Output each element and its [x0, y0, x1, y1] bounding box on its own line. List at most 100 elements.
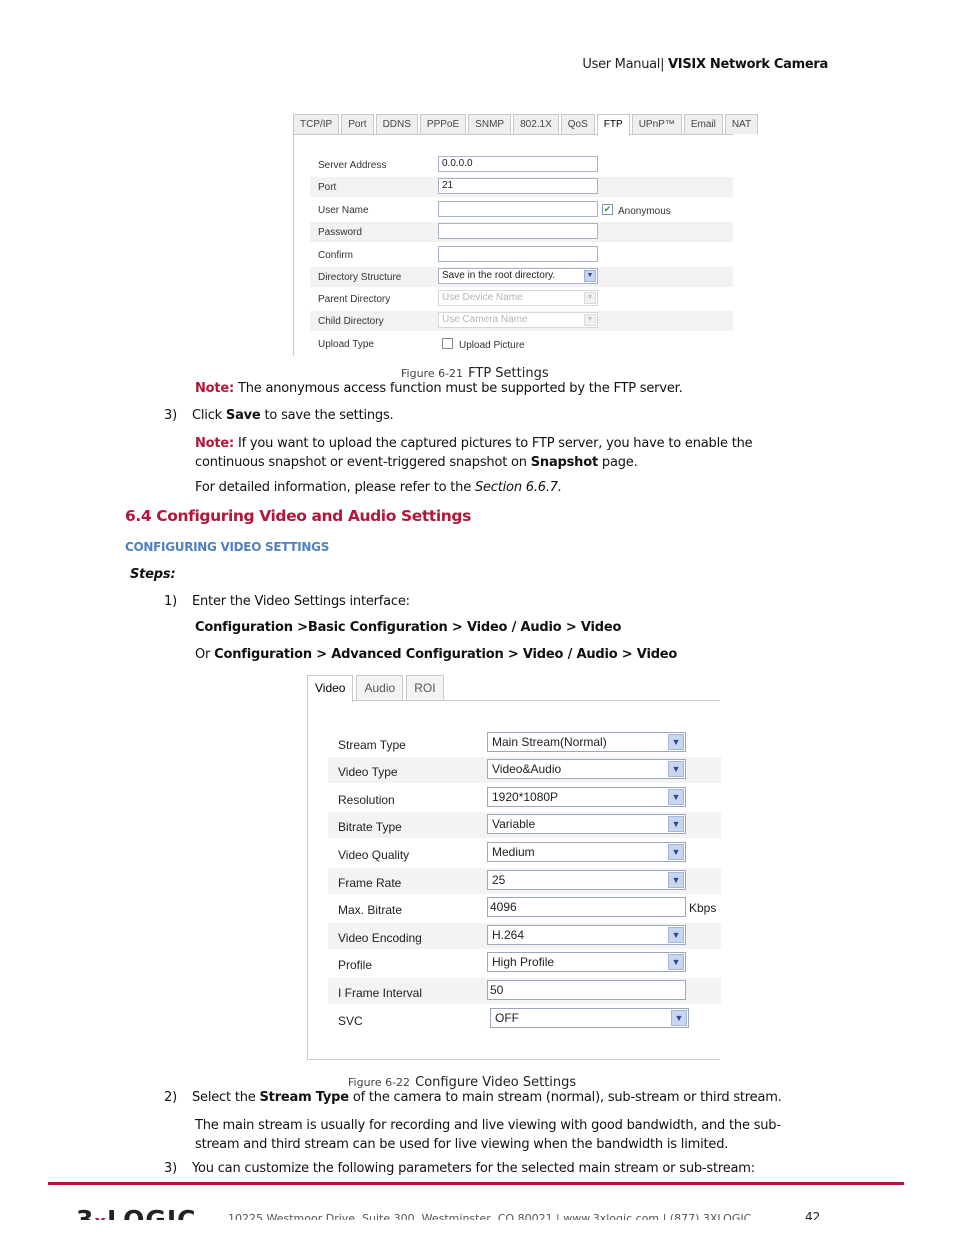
- svc-select[interactable]: OFF ▼: [490, 1008, 689, 1028]
- tab-video[interactable]: Video: [307, 675, 354, 702]
- chevron-down-icon[interactable]: ▼: [584, 270, 596, 282]
- stream-type-term: Stream Type: [259, 1090, 350, 1105]
- video-form: Stream Type Main Stream(Normal) ▼ Video …: [307, 701, 721, 1060]
- chevron-down-icon[interactable]: ▼: [668, 789, 684, 805]
- upload-picture-checkbox[interactable]: [442, 338, 453, 349]
- server-address-input[interactable]: 0.0.0.0: [438, 156, 598, 172]
- password-input[interactable]: [438, 223, 598, 239]
- tab-qos[interactable]: QoS: [560, 114, 595, 134]
- bitrate-type-label: Bitrate Type: [338, 820, 402, 834]
- stream-type-value: Main Stream(Normal): [492, 735, 607, 749]
- steps-label: Steps:: [130, 567, 176, 582]
- tab-8021x[interactable]: 802.1X: [513, 114, 559, 134]
- upload-type-label: Upload Type: [318, 339, 374, 350]
- ftp-settings-panel: TCP/IP Port DDNS PPPoE SNMP 802.1X QoS F…: [293, 114, 759, 356]
- parent-directory-select[interactable]: Use Device Name ▼: [438, 290, 598, 306]
- step-1-number: 1): [164, 594, 177, 609]
- anonymous-label: Anonymous: [618, 206, 671, 217]
- footer-address: 10225 Westmoor Drive, Suite 300, Westmin…: [228, 1212, 752, 1220]
- chevron-down-icon[interactable]: ▼: [668, 872, 684, 888]
- paragraph-line: The main stream is usually for recording…: [195, 1118, 781, 1133]
- logo-part: 3: [76, 1206, 94, 1220]
- tab-email[interactable]: Email: [683, 114, 723, 134]
- or-text: Or: [195, 647, 215, 662]
- figure-caption-video: Figure 6-22 Configure Video Settings: [348, 1071, 576, 1090]
- section-heading: 6.4 Configuring Video and Audio Settings: [125, 507, 471, 525]
- video-quality-label: Video Quality: [338, 848, 410, 862]
- max-bitrate-input[interactable]: 4096: [487, 897, 686, 917]
- resolution-value: 1920*1080P: [492, 790, 559, 804]
- video-encoding-value: H.264: [492, 928, 525, 942]
- tab-audio[interactable]: Audio: [356, 675, 404, 700]
- chevron-down-icon[interactable]: ▼: [668, 844, 684, 860]
- step-2-text: Select the Stream Type of the camera to …: [192, 1090, 782, 1105]
- video-type-value: Video&Audio: [492, 762, 562, 776]
- anonymous-checkbox[interactable]: ✔: [602, 204, 613, 215]
- chevron-down-icon[interactable]: ▼: [668, 734, 684, 750]
- paragraph-line: stream and third stream can be used for …: [195, 1137, 729, 1152]
- tab-roi[interactable]: ROI: [406, 675, 444, 700]
- tab-tcpip[interactable]: TCP/IP: [293, 114, 340, 134]
- video-tab-bar: Video Audio ROI: [307, 675, 720, 702]
- child-directory-select[interactable]: Use Camera Name ▼: [438, 312, 598, 328]
- chevron-down-icon[interactable]: ▼: [668, 954, 684, 970]
- stream-type-label: Stream Type: [338, 738, 406, 752]
- row-directory-structure: Directory Structure Save in the root dir…: [310, 267, 733, 287]
- row-i-frame-interval: I Frame Interval 50: [328, 978, 721, 1004]
- frame-rate-select[interactable]: 25 ▼: [487, 870, 686, 890]
- directory-structure-value: Save in the root directory.: [442, 270, 556, 281]
- note-text: page.: [597, 455, 638, 470]
- row-confirm: Confirm: [310, 245, 733, 265]
- video-settings-panel: Video Audio ROI Stream Type Main Stream(…: [307, 675, 721, 1060]
- step-text: of the camera to main stream (normal), s…: [348, 1090, 782, 1105]
- tab-pppoe[interactable]: PPPoE: [419, 114, 467, 134]
- step-3b-number: 3): [164, 1161, 177, 1176]
- video-encoding-select[interactable]: H.264 ▼: [487, 925, 686, 945]
- confirm-input[interactable]: [438, 246, 598, 262]
- tab-ddns[interactable]: DDNS: [375, 114, 418, 134]
- chevron-down-icon[interactable]: ▼: [584, 292, 596, 304]
- path-text: Configuration > Advanced Configuration >…: [214, 647, 678, 662]
- caption-prefix: Figure 6-21: [401, 367, 464, 380]
- port-input[interactable]: 21: [438, 178, 598, 194]
- user-name-input[interactable]: [438, 201, 598, 217]
- page-number: 42: [805, 1210, 821, 1220]
- i-frame-interval-input[interactable]: 50: [487, 980, 686, 1000]
- row-user-name: User Name ✔ Anonymous: [310, 200, 733, 220]
- row-frame-rate: Frame Rate 25 ▼: [328, 868, 721, 894]
- resolution-select[interactable]: 1920*1080P ▼: [487, 787, 686, 807]
- video-type-select[interactable]: Video&Audio ▼: [487, 759, 686, 779]
- row-profile: Profile High Profile ▼: [328, 950, 721, 976]
- chevron-down-icon[interactable]: ▼: [668, 927, 684, 943]
- tab-nat[interactable]: NAT: [724, 114, 759, 134]
- chevron-down-icon[interactable]: ▼: [668, 816, 684, 832]
- tab-upnp[interactable]: UPnP™: [631, 114, 682, 134]
- caption-prefix: Figure 6-22: [348, 1076, 411, 1089]
- profile-select[interactable]: High Profile ▼: [487, 952, 686, 972]
- tab-port[interactable]: Port: [341, 114, 374, 134]
- tab-ftp[interactable]: FTP: [596, 114, 630, 136]
- i-frame-interval-label: I Frame Interval: [338, 986, 423, 1000]
- video-quality-select[interactable]: Medium ▼: [487, 842, 686, 862]
- row-stream-type: Stream Type Main Stream(Normal) ▼: [328, 730, 721, 756]
- section-number: 6.4: [125, 507, 152, 525]
- frame-rate-value: 25: [492, 873, 506, 887]
- svc-value: OFF: [495, 1011, 519, 1025]
- step-3b-text: You can customize the following paramete…: [192, 1161, 755, 1176]
- stream-type-select[interactable]: Main Stream(Normal) ▼: [487, 732, 686, 752]
- logo-x: x: [94, 1212, 107, 1220]
- parent-directory-label: Parent Directory: [318, 294, 391, 305]
- chevron-down-icon[interactable]: ▼: [668, 761, 684, 777]
- note-text: The anonymous access function must be su…: [234, 381, 683, 396]
- chevron-down-icon[interactable]: ▼: [671, 1010, 687, 1026]
- row-upload-type: Upload Type Upload Picture: [310, 334, 733, 354]
- directory-structure-label: Directory Structure: [318, 272, 402, 283]
- row-max-bitrate: Max. Bitrate 4096 Kbps: [328, 895, 721, 921]
- note-anonymous: Note: The anonymous access function must…: [195, 381, 683, 396]
- chevron-down-icon[interactable]: ▼: [584, 314, 596, 326]
- step-2-number: 2): [164, 1090, 177, 1105]
- row-video-encoding: Video Encoding H.264 ▼: [328, 923, 721, 949]
- tab-snmp[interactable]: SNMP: [468, 114, 512, 134]
- directory-structure-select[interactable]: Save in the root directory. ▼: [438, 268, 598, 284]
- bitrate-type-select[interactable]: Variable ▼: [487, 814, 686, 834]
